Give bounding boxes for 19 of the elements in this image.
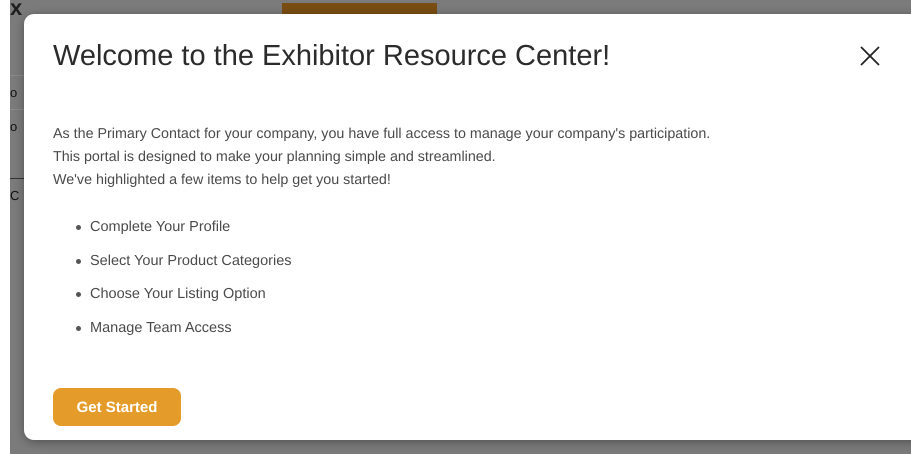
page-text: o — [10, 85, 18, 100]
list-item: Choose Your Listing Option — [90, 285, 266, 304]
dialog-title: Welcome to the Exhibitor Resource Center! — [53, 40, 610, 72]
list-item: Select Your Product Categories — [90, 252, 292, 270]
page-text: o — [10, 119, 18, 134]
page-heading: x — [10, 0, 22, 21]
bullet-icon — [76, 225, 81, 230]
bullet-icon — [76, 292, 81, 298]
list-item: Complete Your Profile — [90, 218, 230, 237]
bullet-icon — [76, 326, 81, 331]
intro-text: As the Primary Contact for your company, you have full access to manage your company's participation. — [53, 125, 712, 144]
intro-text: We've highlighted a few items to help get you started! — [53, 171, 392, 190]
page-text: C — [10, 188, 20, 203]
intro-text: This portal is designed to make your planning simple and streamlined. — [53, 148, 497, 167]
close-button[interactable] — [859, 45, 881, 67]
bullet-icon — [76, 258, 81, 264]
list-item: Manage Team Access — [90, 318, 232, 338]
get-started-button[interactable]: Get Started — [53, 388, 181, 426]
close-icon — [859, 45, 881, 67]
